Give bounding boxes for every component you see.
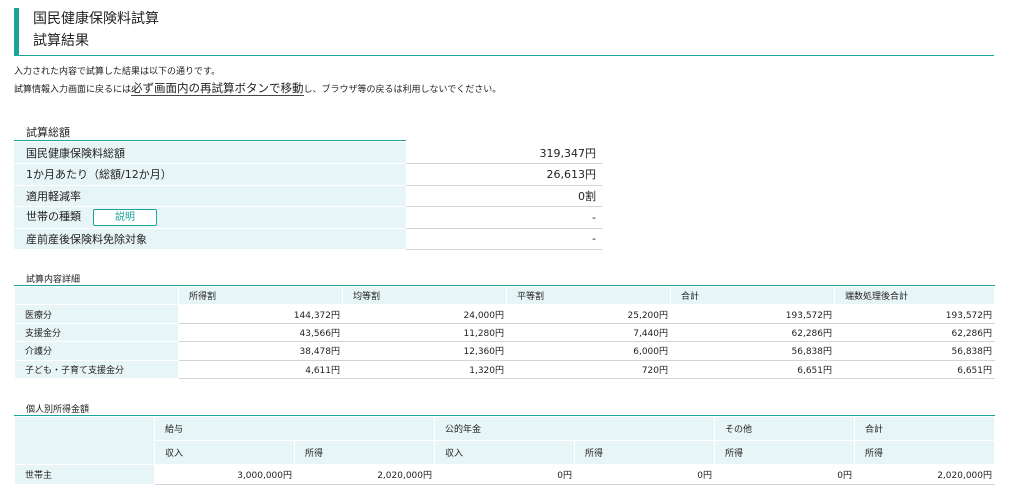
row-label: 世帯主 (14, 464, 155, 485)
table-cell: 2,020,000円 (294, 464, 435, 485)
page-header: 国民健康保険料試算 試算結果 (14, 8, 994, 56)
table-cell: 56,838円 (670, 341, 835, 361)
column-subheader: 所得 (294, 440, 435, 465)
summary-value: 26,613円 (406, 163, 602, 186)
intro-line-2-post: し、ブラウザ等の戻るは利用しないでください。 (303, 85, 502, 95)
intro-line-1: 入力された内容で試算した結果は以下の通りです。 (14, 67, 221, 77)
column-header: 均等割 (342, 285, 507, 306)
intro-emphasis: 必ず画面内の再試算ボタンで移動 (131, 81, 304, 96)
column-group-header: 合計 (854, 416, 995, 441)
column-group-header: 給与 (154, 416, 435, 441)
column-subheader: 収入 (154, 440, 295, 465)
table-cell: 11,280円 (342, 322, 507, 343)
table-cell: 1,320円 (342, 359, 507, 379)
column-subheader: 所得 (854, 440, 995, 465)
table-cell: 6,651円 (834, 359, 995, 379)
summary-label-with-button: 世帯の種類 説明 (14, 206, 406, 229)
column-header (14, 285, 179, 306)
summary-value: - (406, 206, 602, 229)
column-header (14, 416, 155, 465)
table-cell: 56,838円 (834, 341, 995, 361)
column-group-header: 公的年金 (434, 416, 715, 441)
table-cell: 0円 (434, 464, 575, 485)
table-row: 世帯の種類 説明 - (14, 206, 602, 229)
table-row: 支援金分 43,566円 11,280円 7,440円 62,286円 62,2… (14, 322, 995, 343)
table-cell: 62,286円 (834, 322, 995, 343)
table-cell: 7,440円 (506, 322, 671, 343)
row-label: 支援金分 (14, 322, 179, 343)
intro-text: 入力された内容で試算した結果は以下の通りです。 試算情報入力画面に戻るには必ず画… (14, 64, 501, 98)
column-subheader: 所得 (574, 440, 715, 465)
table-cell: 144,372円 (178, 304, 343, 324)
table-cell: 38,478円 (178, 341, 343, 361)
summary-label: 世帯の種類 (26, 210, 81, 224)
intro-line-2-pre: 試算情報入力画面に戻るには (14, 85, 132, 95)
table-row: 介護分 38,478円 12,360円 6,000円 56,838円 56,83… (14, 341, 995, 361)
intro-line-2: 試算情報入力画面に戻るには必ず画面内の再試算ボタンで移動し、ブラウザ等の戻るは利… (14, 80, 501, 98)
table-cell: 25,200円 (506, 304, 671, 324)
column-header: 端数処理後合計 (834, 285, 995, 306)
table-cell: 193,572円 (670, 304, 835, 324)
row-label: 子ども・子育て支援金分 (14, 359, 179, 379)
table-cell: 6,651円 (670, 359, 835, 379)
person-title: 個人別所得金額 (14, 402, 995, 416)
summary-value: - (406, 228, 602, 250)
table-cell: 24,000円 (342, 304, 507, 324)
detail-title: 試算内容詳細 (14, 272, 995, 286)
summary-label: 1か月あたり（総額/12か月） (14, 163, 406, 186)
table-row: 国民健康保険料総額 319,347円 (14, 142, 602, 164)
table-cell: 6,000円 (506, 341, 671, 361)
page-subtitle: 試算結果 (33, 33, 89, 49)
table-cell: 720円 (506, 359, 671, 379)
summary-value: 319,347円 (406, 142, 602, 164)
summary-label: 適用軽減率 (14, 185, 406, 207)
row-label: 医療分 (14, 304, 179, 324)
column-header: 合計 (670, 285, 835, 306)
table-row: 子ども・子育て支援金分 4,611円 1,320円 720円 6,651円 6,… (14, 359, 995, 379)
table-cell: 43,566円 (178, 322, 343, 343)
table-header-row: 所得割 均等割 平等割 合計 端数処理後合計 (14, 285, 995, 306)
column-header: 平等割 (506, 285, 671, 306)
summary-value: 0割 (406, 185, 602, 207)
table-row: 適用軽減率 0割 (14, 185, 602, 207)
table-cell: 0円 (714, 464, 855, 485)
summary-title: 試算総額 (14, 124, 406, 141)
summary-table: 国民健康保険料総額 319,347円 1か月あたり（総額/12か月） 26,61… (14, 142, 602, 250)
table-subheader-row: 収入 所得 収入 所得 所得 所得 (15, 440, 995, 465)
column-subheader: 所得 (714, 440, 855, 465)
table-cell: 12,360円 (342, 341, 507, 361)
table-cell: 3,000,000円 (154, 464, 295, 485)
row-label: 介護分 (14, 341, 179, 361)
table-cell: 4,611円 (178, 359, 343, 379)
explain-button[interactable]: 説明 (93, 209, 157, 227)
table-cell: 2,020,000円 (854, 464, 995, 485)
summary-label: 産前産後保険料免除対象 (14, 228, 406, 250)
column-group-header: その他 (714, 416, 855, 441)
table-row: 産前産後保険料免除対象 - (14, 228, 602, 250)
summary-label: 国民健康保険料総額 (14, 142, 406, 164)
table-cell: 0円 (574, 464, 715, 485)
column-header: 所得割 (178, 285, 343, 306)
table-cell: 62,286円 (670, 322, 835, 343)
table-row: 医療分 144,372円 24,000円 25,200円 193,572円 19… (14, 304, 995, 324)
table-row: 世帯主 3,000,000円 2,020,000円 0円 0円 0円 2,020… (14, 464, 995, 485)
page-title: 国民健康保険料試算 (33, 11, 159, 27)
table-row: 1か月あたり（総額/12か月） 26,613円 (14, 163, 602, 186)
detail-table: 所得割 均等割 平等割 合計 端数処理後合計 医療分 144,372円 24,0… (14, 285, 995, 379)
column-subheader: 収入 (434, 440, 575, 465)
person-income-table: 給与 公的年金 その他 合計 収入 所得 収入 所得 所得 所得 世帯主 3,0… (14, 416, 995, 485)
table-header-row: 給与 公的年金 その他 合計 (14, 416, 995, 465)
table-cell: 193,572円 (834, 304, 995, 324)
